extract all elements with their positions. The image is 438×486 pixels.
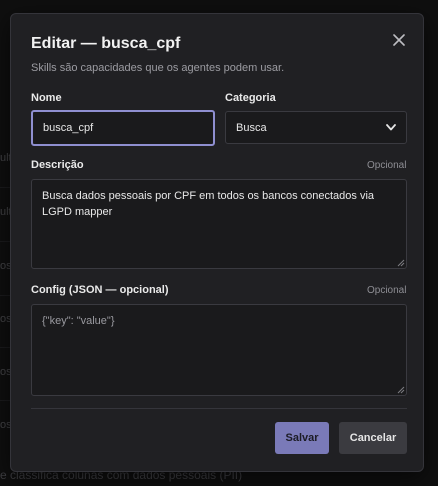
dialog-subtitle: Skills são capacidades que os agentes po…: [31, 62, 285, 74]
category-selected-value: Busca: [236, 121, 267, 134]
cancel-button[interactable]: Cancelar: [339, 422, 407, 454]
resize-handle-icon[interactable]: [397, 259, 405, 267]
config-textarea[interactable]: [31, 304, 407, 396]
name-label: Nome: [31, 92, 62, 104]
dialog-title: Editar — busca_cpf: [31, 35, 181, 52]
category-label: Categoria: [225, 92, 276, 104]
category-select[interactable]: Busca: [225, 111, 407, 144]
close-button[interactable]: [389, 30, 409, 50]
description-optional-hint: Opcional: [367, 160, 407, 171]
edit-skill-dialog: Editar — busca_cpf Skills são capacidade…: [10, 13, 424, 472]
description-textarea[interactable]: Busca dados pessoais por CPF em todos os…: [31, 179, 407, 269]
description-label: Descrição: [31, 159, 84, 171]
resize-handle-icon[interactable]: [397, 386, 405, 394]
name-input[interactable]: [31, 110, 215, 146]
config-label: Config (JSON — opcional): [31, 284, 169, 296]
save-button[interactable]: Salvar: [275, 422, 329, 454]
close-icon: [393, 34, 405, 46]
chevron-down-icon: [386, 124, 396, 131]
footer-divider: [31, 408, 407, 409]
config-optional-hint: Opcional: [367, 285, 407, 296]
